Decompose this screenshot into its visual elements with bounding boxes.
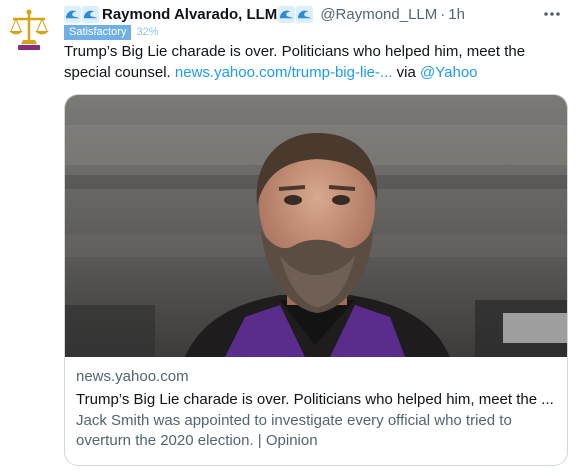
user-handle[interactable]: @Raymond_LLM <box>320 6 437 23</box>
timestamp[interactable]: 1h <box>448 6 465 23</box>
tweet: Raymond Alvarado, LLM @Raymond_LLM · 1h … <box>0 0 576 474</box>
rating-badge: Satisfactory <box>64 24 132 40</box>
scales-of-justice-logo <box>4 4 54 54</box>
card-title: Trump’s Big Lie charade is over. Politic… <box>76 391 554 408</box>
rating-row: Satisfactory 32% <box>64 24 159 40</box>
tweet-header: Raymond Alvarado, LLM @Raymond_LLM · 1h <box>64 4 568 24</box>
tweet-text-via: via <box>392 64 421 81</box>
water-wave-icon <box>278 5 296 23</box>
card-image <box>65 95 567 357</box>
avatar[interactable] <box>4 4 54 54</box>
card-meta: news.yahoo.com Trump’s Big Lie charade i… <box>76 367 560 451</box>
link-preview-card[interactable]: news.yahoo.com Trump’s Big Lie charade i… <box>64 94 568 466</box>
display-name[interactable]: Raymond Alvarado, LLM <box>102 6 277 23</box>
rating-percent: 32% <box>136 26 159 38</box>
water-wave-icon <box>64 5 81 23</box>
tweet-text: Trump’s Big Lie charade is over. Politic… <box>64 41 564 83</box>
more-options-button[interactable] <box>540 4 564 24</box>
card-description: Jack Smith was appointed to investigate … <box>76 412 512 449</box>
card-domain: news.yahoo.com <box>76 368 189 385</box>
more-dots-icon <box>544 12 560 16</box>
mention-link[interactable]: @Yahoo <box>420 64 478 81</box>
water-wave-icon <box>82 5 99 23</box>
separator-dot: · <box>440 5 446 23</box>
water-wave-icon <box>296 5 314 23</box>
article-link[interactable]: news.yahoo.com/trump-big-lie-... <box>175 64 393 81</box>
